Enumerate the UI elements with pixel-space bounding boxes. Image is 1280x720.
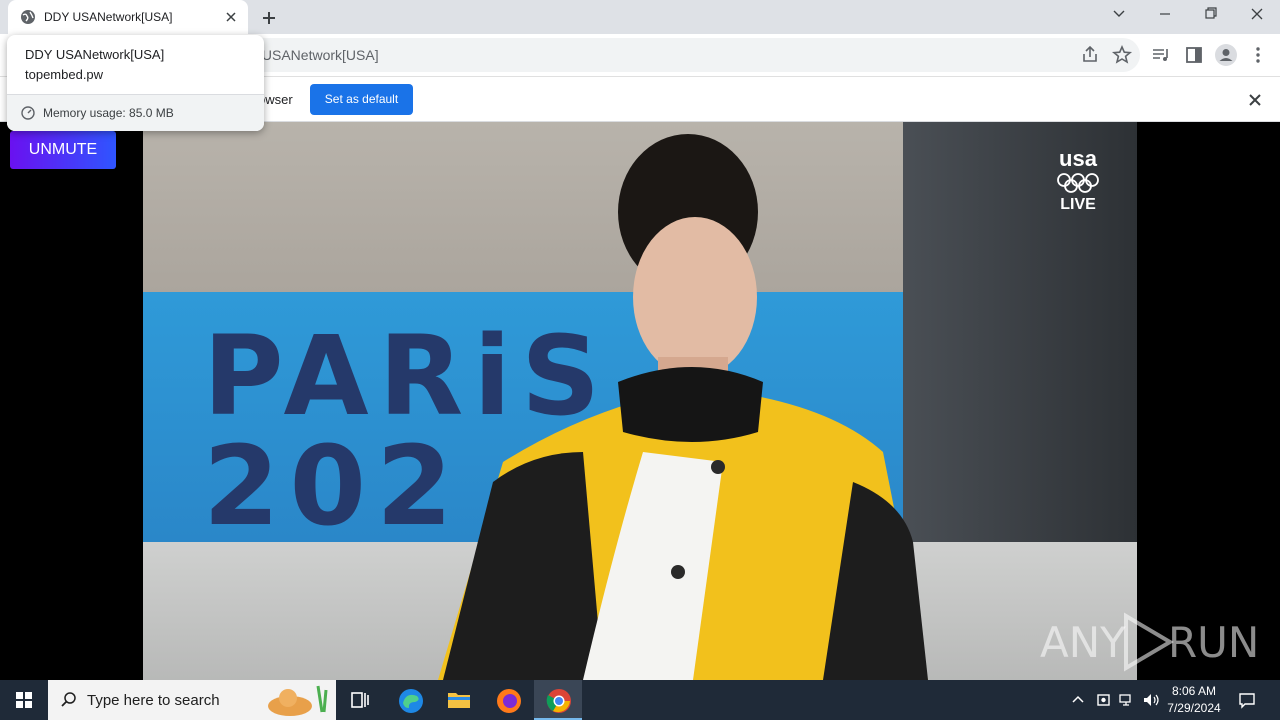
meet-now-icon[interactable] bbox=[1095, 691, 1113, 709]
watermark-text-left: ANY bbox=[1040, 618, 1126, 667]
menu-icon[interactable] bbox=[1246, 43, 1270, 67]
notification-icon[interactable] bbox=[1237, 690, 1257, 710]
edge-icon bbox=[399, 689, 423, 713]
windows-start-icon[interactable] bbox=[0, 680, 48, 720]
minimize-icon[interactable] bbox=[1142, 0, 1188, 30]
taskbar-clock[interactable]: 8:06 AM 7/29/2024 bbox=[1160, 683, 1228, 717]
tab-title: DDY USANetwork[USA] bbox=[44, 10, 173, 24]
chevron-down-icon[interactable] bbox=[1096, 0, 1142, 30]
volume-icon[interactable] bbox=[1141, 691, 1161, 709]
network-icon[interactable] bbox=[1118, 691, 1136, 709]
set-default-button[interactable]: Set as default bbox=[310, 84, 413, 115]
plus-icon[interactable] bbox=[258, 7, 280, 29]
clock-date: 7/29/2024 bbox=[1167, 701, 1221, 715]
tab-strip: DDY USANetwork[USA] bbox=[0, 0, 1280, 34]
task-view-icon bbox=[351, 692, 369, 708]
usa-network-logo: usa bbox=[1059, 146, 1097, 171]
unmute-button[interactable]: UNMUTE bbox=[10, 131, 116, 169]
hover-card-memory: Memory usage: 85.0 MB bbox=[7, 94, 264, 131]
share-icon[interactable] bbox=[1078, 43, 1102, 67]
olympic-rings-icon bbox=[1057, 173, 1099, 193]
restore-icon[interactable] bbox=[1188, 0, 1234, 30]
taskbar-firefox[interactable] bbox=[484, 680, 532, 720]
taskbar-search-box[interactable]: Type here to search bbox=[48, 680, 336, 720]
usa-live-logo: usa LIVE bbox=[1050, 148, 1106, 218]
tab-hover-card: DDY USANetwork[USA] topembed.pw Memory u… bbox=[7, 35, 264, 131]
profile-icon[interactable] bbox=[1214, 43, 1238, 67]
globe-icon bbox=[21, 10, 35, 24]
close-icon[interactable] bbox=[222, 8, 240, 26]
page-content: UNMUTE PARiS 202 usa LIVE ANY RUN bbox=[0, 122, 1280, 680]
taskbar-edge[interactable] bbox=[386, 680, 434, 720]
taskbar-file-explorer[interactable] bbox=[434, 680, 482, 720]
windows-taskbar: Type here to search 8:06 AM 7/29/2024 bbox=[0, 680, 1280, 720]
search-icon bbox=[61, 692, 76, 707]
clock-time: 8:06 AM bbox=[1171, 684, 1217, 698]
file-explorer-icon bbox=[448, 693, 470, 708]
hover-card-title: DDY USANetwork[USA] bbox=[25, 47, 165, 62]
watermark-text-right: RUN bbox=[1168, 618, 1260, 667]
speedometer-icon bbox=[21, 106, 35, 120]
anyrun-watermark: ANY RUN bbox=[1040, 612, 1259, 672]
window-close-icon[interactable] bbox=[1234, 0, 1280, 30]
taskbar-task-view[interactable] bbox=[336, 680, 384, 720]
taskbar-chrome[interactable] bbox=[534, 680, 582, 720]
backdrop-text-year: 202 bbox=[203, 422, 463, 550]
tab-active[interactable]: DDY USANetwork[USA] bbox=[8, 0, 248, 34]
hover-card-domain: topembed.pw bbox=[25, 67, 104, 82]
live-label: LIVE bbox=[1060, 196, 1096, 213]
tiger-illustration-icon bbox=[268, 685, 328, 716]
media-icon[interactable] bbox=[1149, 43, 1173, 67]
athlete-figure bbox=[438, 134, 928, 680]
memory-usage-text: Memory usage: 85.0 MB bbox=[43, 106, 174, 120]
firefox-icon bbox=[497, 689, 521, 713]
chrome-icon bbox=[546, 689, 571, 713]
chevron-up-icon[interactable] bbox=[1070, 692, 1086, 708]
search-placeholder: Type here to search bbox=[87, 692, 220, 709]
infobar-close-icon[interactable] bbox=[1245, 90, 1265, 110]
side-panel-icon[interactable] bbox=[1182, 43, 1206, 67]
star-icon[interactable] bbox=[1110, 43, 1134, 67]
address-url[interactable]: /USANetwork[USA] bbox=[258, 47, 379, 63]
video-player[interactable]: PARiS 202 usa LIVE bbox=[143, 122, 1137, 680]
